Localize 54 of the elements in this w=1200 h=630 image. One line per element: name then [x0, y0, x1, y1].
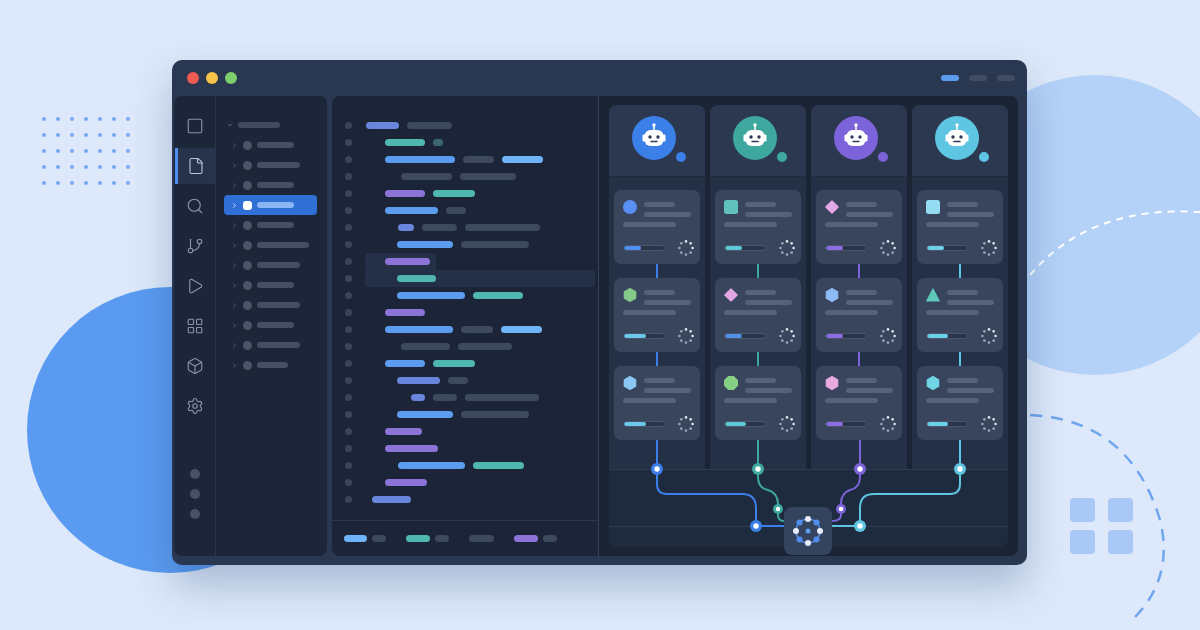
search-icon — [185, 197, 204, 215]
loading-spinner-icon — [678, 416, 694, 432]
tree-item[interactable] — [224, 195, 317, 215]
loading-spinner-icon — [779, 328, 795, 344]
node-dot-icon — [836, 504, 846, 514]
task-card[interactable] — [715, 278, 801, 352]
task-card[interactable] — [816, 190, 902, 264]
connector-line — [858, 352, 860, 366]
node-dot-icon — [954, 463, 966, 475]
connector-line — [656, 264, 658, 278]
loading-spinner-icon — [880, 240, 896, 256]
loading-spinner-icon — [880, 416, 896, 432]
task-card[interactable] — [816, 278, 902, 352]
grid-icon — [185, 317, 204, 335]
connector-line — [656, 352, 658, 366]
connector-line — [959, 352, 961, 366]
task-card[interactable] — [917, 190, 1003, 264]
loading-spinner-icon — [779, 416, 795, 432]
connector-line — [858, 264, 860, 278]
task-card[interactable] — [917, 278, 1003, 352]
loading-spinner-icon — [981, 240, 997, 256]
loading-spinner-icon — [880, 328, 896, 344]
node-dot-icon — [854, 463, 866, 475]
settings-icon — [185, 397, 204, 415]
node-dot-icon — [854, 520, 866, 532]
task-card[interactable] — [614, 278, 700, 352]
window-control-button[interactable] — [187, 72, 199, 84]
task-card[interactable] — [715, 366, 801, 440]
window-control-button[interactable] — [206, 72, 218, 84]
task-card[interactable] — [816, 366, 902, 440]
task-card[interactable] — [917, 366, 1003, 440]
four-squares-icon — [1070, 498, 1133, 554]
node-dot-icon — [773, 504, 783, 514]
connector-line — [959, 264, 961, 278]
loading-spinner-icon — [981, 416, 997, 432]
loading-spinner-icon — [779, 240, 795, 256]
connector-line — [757, 352, 759, 366]
square-icon — [185, 117, 204, 135]
task-card[interactable] — [614, 366, 700, 440]
connector-line — [757, 264, 759, 278]
view-tab[interactable] — [941, 75, 959, 81]
branch-icon — [185, 237, 204, 255]
loading-spinner-icon — [678, 328, 694, 344]
node-dot-icon — [651, 463, 663, 475]
node-dot-icon — [752, 463, 764, 475]
file-icon — [187, 157, 205, 175]
activity-bar-button[interactable] — [174, 148, 215, 184]
node-dot-icon — [750, 520, 762, 532]
loading-spinner-icon — [981, 328, 997, 344]
loading-spinner-icon — [678, 240, 694, 256]
cube-icon — [185, 357, 204, 375]
task-card[interactable] — [614, 190, 700, 264]
window-control-button[interactable] — [225, 72, 237, 84]
task-card[interactable] — [715, 190, 801, 264]
